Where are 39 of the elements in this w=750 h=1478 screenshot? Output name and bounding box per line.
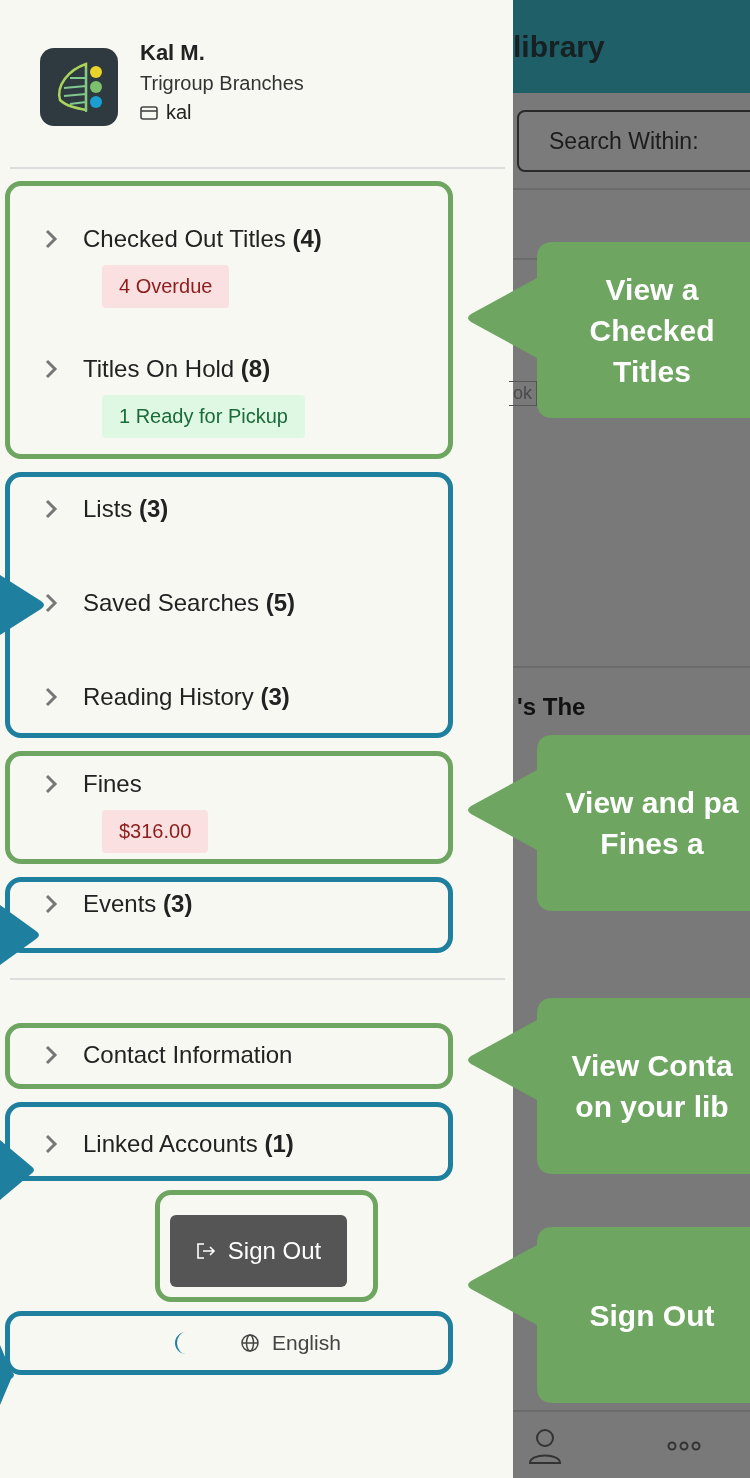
menu-item[interactable]: Events (3)	[83, 890, 193, 918]
callout-text: View a Checked Titles	[589, 271, 715, 390]
menu-item[interactable]: Saved Searches (5)	[83, 589, 296, 617]
menu-item[interactable]: Linked Accounts (1)	[83, 1130, 294, 1158]
chevron-right-icon	[44, 228, 58, 250]
card-icon	[140, 105, 158, 120]
callout-text: Sign Out	[589, 1297, 715, 1334]
globe-icon	[240, 1333, 260, 1353]
chevron-right-icon	[44, 358, 58, 380]
app-title: library	[513, 29, 605, 64]
chevron-right-icon	[44, 592, 58, 614]
card-number: kal	[166, 101, 192, 124]
chevron-right-icon	[44, 1044, 58, 1066]
callout-text: View Conta on your lib	[571, 1048, 733, 1125]
menu-item[interactable]: Lists (3)	[83, 495, 169, 523]
user-name: Kal M.	[140, 40, 206, 66]
callout-text: View and pa Fines a	[565, 785, 739, 862]
menu-item[interactable]: Titles On Hold (8)	[83, 355, 271, 383]
menu-item[interactable]: Fines	[83, 770, 142, 798]
more-icon[interactable]	[667, 1441, 701, 1451]
section-heading: 's The	[517, 693, 586, 721]
library-name: Trigroup Branches	[140, 72, 304, 95]
chevron-right-icon	[44, 1133, 58, 1155]
status-badge: 4 Overdue	[102, 265, 230, 308]
sign-out-icon	[195, 1242, 216, 1260]
search-within-button[interactable]: Search Within:	[517, 110, 750, 172]
chevron-right-icon	[44, 686, 58, 708]
chevron-right-icon	[44, 893, 58, 915]
chevron-right-icon	[44, 498, 58, 520]
menu-item[interactable]: Contact Information	[83, 1041, 293, 1069]
app-logo-icon	[40, 48, 118, 126]
language-selector[interactable]: English	[272, 1331, 341, 1355]
chevron-right-icon	[44, 773, 58, 795]
status-badge: 1 Ready for Pickup	[102, 395, 305, 438]
status-badge: $316.00	[102, 810, 209, 853]
sign-out-button[interactable]: Sign Out	[170, 1215, 347, 1287]
person-icon[interactable]	[527, 1427, 563, 1465]
menu-item[interactable]: Reading History (3)	[83, 683, 290, 711]
menu-item[interactable]: Checked Out Titles (4)	[83, 225, 322, 253]
